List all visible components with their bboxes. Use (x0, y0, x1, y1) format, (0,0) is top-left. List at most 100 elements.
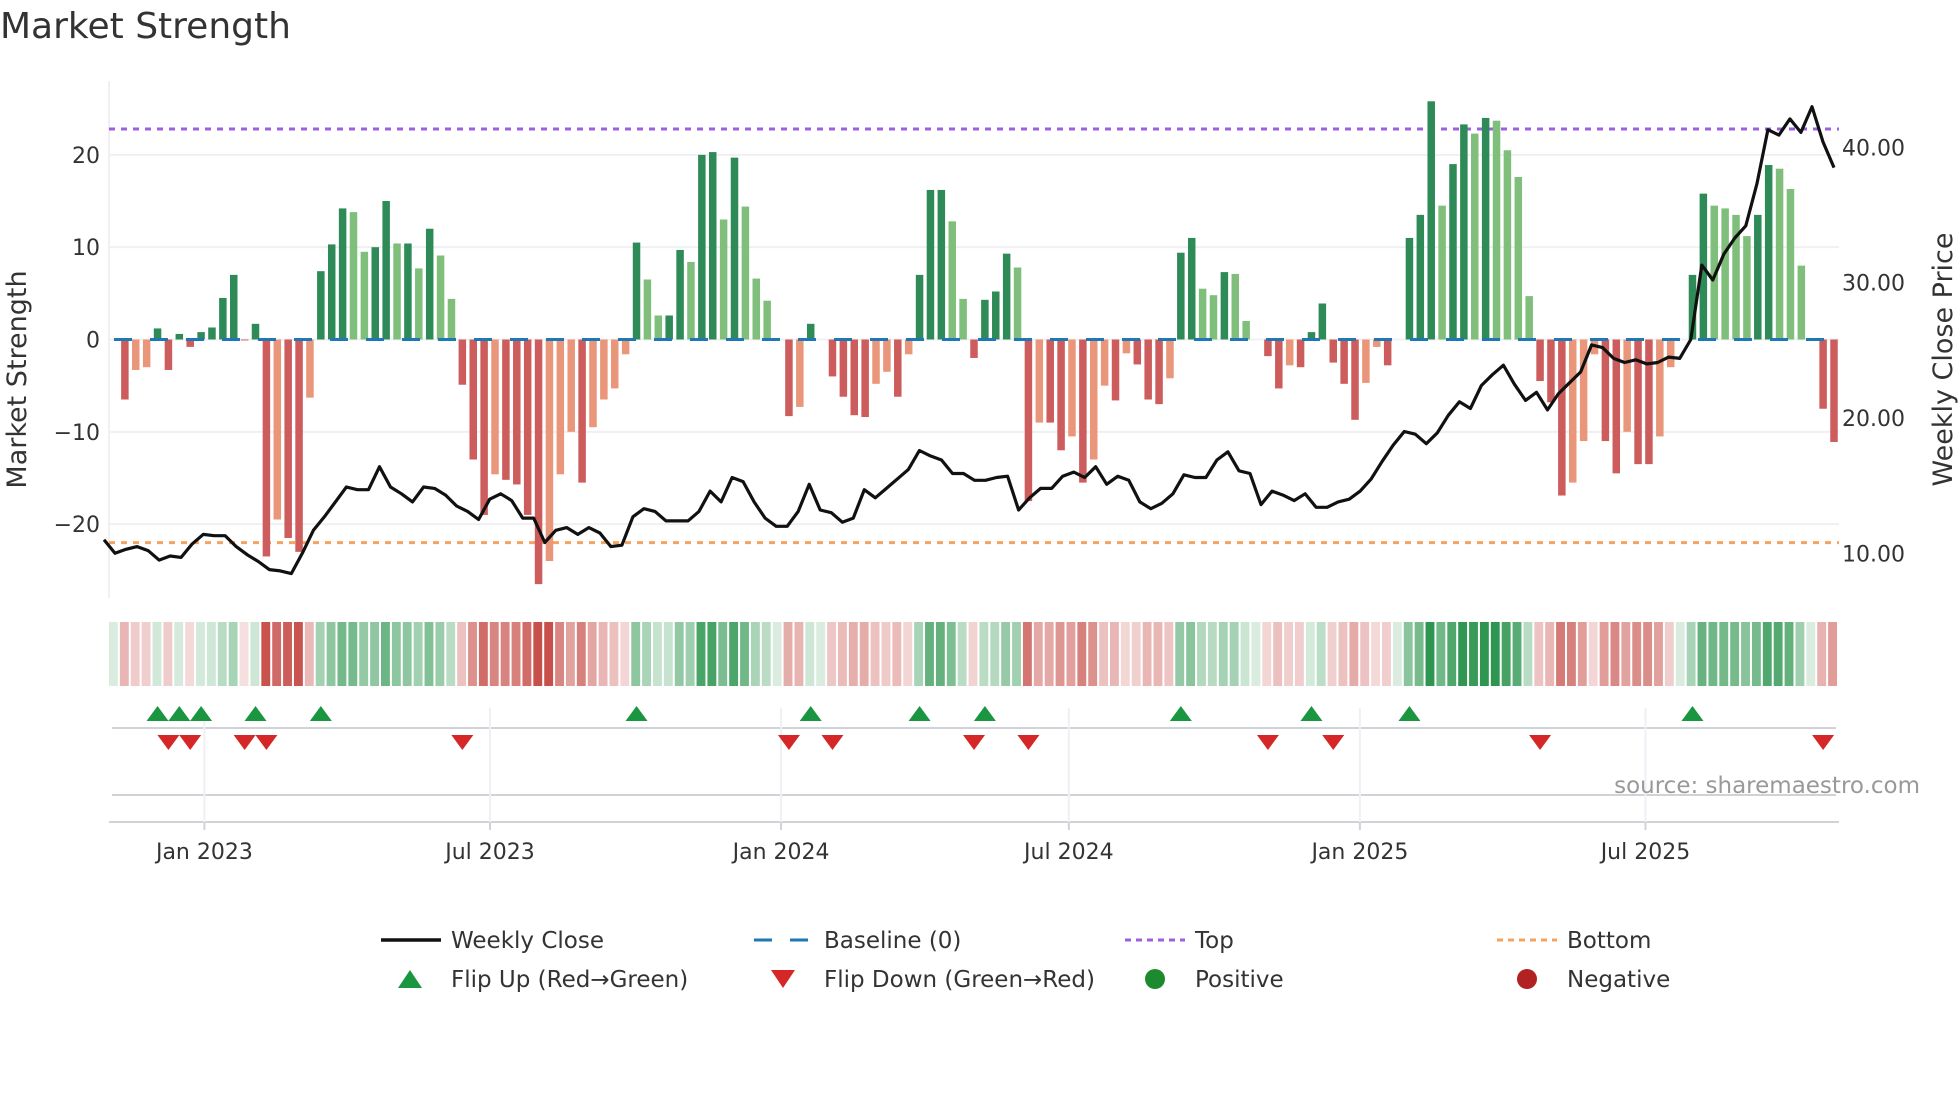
heat-strip-cell (1197, 622, 1206, 686)
heat-strip-cell (1110, 622, 1119, 686)
heat-strip-cell (1077, 622, 1087, 686)
strength-bar (1340, 339, 1348, 384)
heat-strip-cell (1273, 622, 1283, 686)
flip-down-marker (1017, 735, 1040, 750)
strength-bar (1177, 252, 1185, 340)
strength-bar (894, 339, 902, 397)
heat-strip-cell (837, 622, 847, 686)
heat-strip-cell (1512, 622, 1522, 686)
strength-bar (981, 299, 989, 340)
y-tick-label: 20 (72, 144, 100, 169)
strength-bar (545, 339, 554, 562)
strength-bar (1645, 339, 1653, 465)
strength-bar (240, 339, 249, 341)
y-tick-label: 0 (86, 329, 100, 354)
legend-positive-dot-icon (1145, 969, 1165, 989)
heat-strip-cell (1349, 622, 1359, 686)
strength-bar (1775, 168, 1784, 340)
heat-strip-cell (1403, 622, 1413, 686)
heat-strip-cell (1099, 622, 1109, 686)
flip-down-marker (1812, 735, 1835, 750)
heat-strip-cell (1240, 622, 1250, 686)
strength-bar (850, 339, 859, 416)
heat-strip-cell (1207, 622, 1217, 686)
strength-bar (1002, 253, 1011, 340)
heat-strip-cell (740, 622, 749, 686)
heat-strip-cell (1610, 622, 1620, 686)
strength-bar (643, 279, 652, 340)
heat-strip-cell (511, 622, 521, 686)
y2-tick-label: 10.00 (1842, 542, 1905, 567)
strength-bar (1797, 265, 1806, 340)
strength-bar (404, 243, 412, 340)
heat-strip-cell (674, 622, 684, 686)
heat-strip-cell (968, 622, 978, 686)
heat-strip-cell (1643, 622, 1653, 686)
heat-strip-cell (402, 622, 412, 686)
heat-strip-cell (1773, 622, 1783, 686)
heat-strip-cell (903, 622, 913, 686)
strength-bar (752, 278, 761, 340)
strength-bar (992, 291, 1000, 340)
flip-up-marker (1681, 706, 1704, 721)
heat-strip-cell (1795, 622, 1805, 686)
strength-bar (1656, 339, 1664, 437)
strength-bar (904, 339, 913, 355)
heat-strip-cell (1479, 622, 1489, 686)
heat-strip-cell (1414, 622, 1424, 686)
heat-strip-cell (1262, 622, 1272, 686)
x-tick-label: Jan 2025 (1309, 840, 1408, 865)
heat-strip-cell (1044, 622, 1054, 686)
strength-bar (164, 339, 173, 370)
strength-bar (371, 247, 380, 340)
strength-bar (796, 339, 804, 407)
heat-strip-cell (750, 622, 760, 686)
flip-up-marker (309, 706, 332, 721)
heat-strip-cell (1186, 622, 1196, 686)
strength-bar (1547, 339, 1555, 403)
heat-strip-cell (1316, 622, 1326, 686)
strength-bar (1623, 339, 1631, 432)
strength-bar (883, 339, 891, 372)
heat-strip-cell (1251, 622, 1261, 686)
legend-negative-dot-icon (1517, 969, 1537, 989)
heat-strip-cell (130, 622, 140, 686)
heat-strip-cell (609, 622, 619, 686)
source-label: source: sharemaestro.com (1614, 773, 1920, 799)
strength-bar (1830, 339, 1838, 442)
heat-strip-cell (598, 622, 608, 686)
heat-strip-cell (1120, 622, 1130, 686)
strength-bar (1819, 339, 1827, 409)
heat-strip-cell (1360, 622, 1370, 686)
strength-bar (1133, 339, 1142, 365)
strength-bar (839, 339, 848, 397)
heat-strip-cell (685, 622, 695, 686)
legend-top-label: Top (1194, 928, 1234, 954)
heat-strip-cell (152, 622, 162, 686)
strength-bar (970, 339, 978, 358)
strength-bar (360, 251, 369, 340)
heat-strip-cell (217, 622, 227, 686)
strength-bar (708, 152, 717, 340)
strength-bar (491, 339, 499, 475)
strength-bar (676, 249, 684, 340)
heat-strip-cell (979, 622, 989, 686)
heat-strip-cell (1588, 622, 1598, 686)
strength-bar (665, 315, 673, 340)
legend-bottom-label: Bottom (1567, 928, 1651, 954)
heat-strip-cell (1229, 622, 1239, 686)
flip-down-marker (233, 735, 256, 750)
strength-bar (1514, 177, 1523, 340)
strength-bar (469, 339, 477, 460)
y-axis-label: Market Strength (2, 270, 33, 488)
heat-strip-cell (1545, 622, 1555, 686)
heat-strip-cell (1664, 622, 1674, 686)
strength-bar (1558, 339, 1566, 496)
strength-bar (1438, 205, 1446, 340)
strength-bar (219, 297, 227, 340)
heat-strip-cell (1153, 622, 1163, 686)
heat-strip-cell (109, 622, 118, 686)
strength-bar (1275, 339, 1283, 389)
heat-strip-cell (185, 622, 195, 686)
strength-bar (306, 339, 314, 398)
